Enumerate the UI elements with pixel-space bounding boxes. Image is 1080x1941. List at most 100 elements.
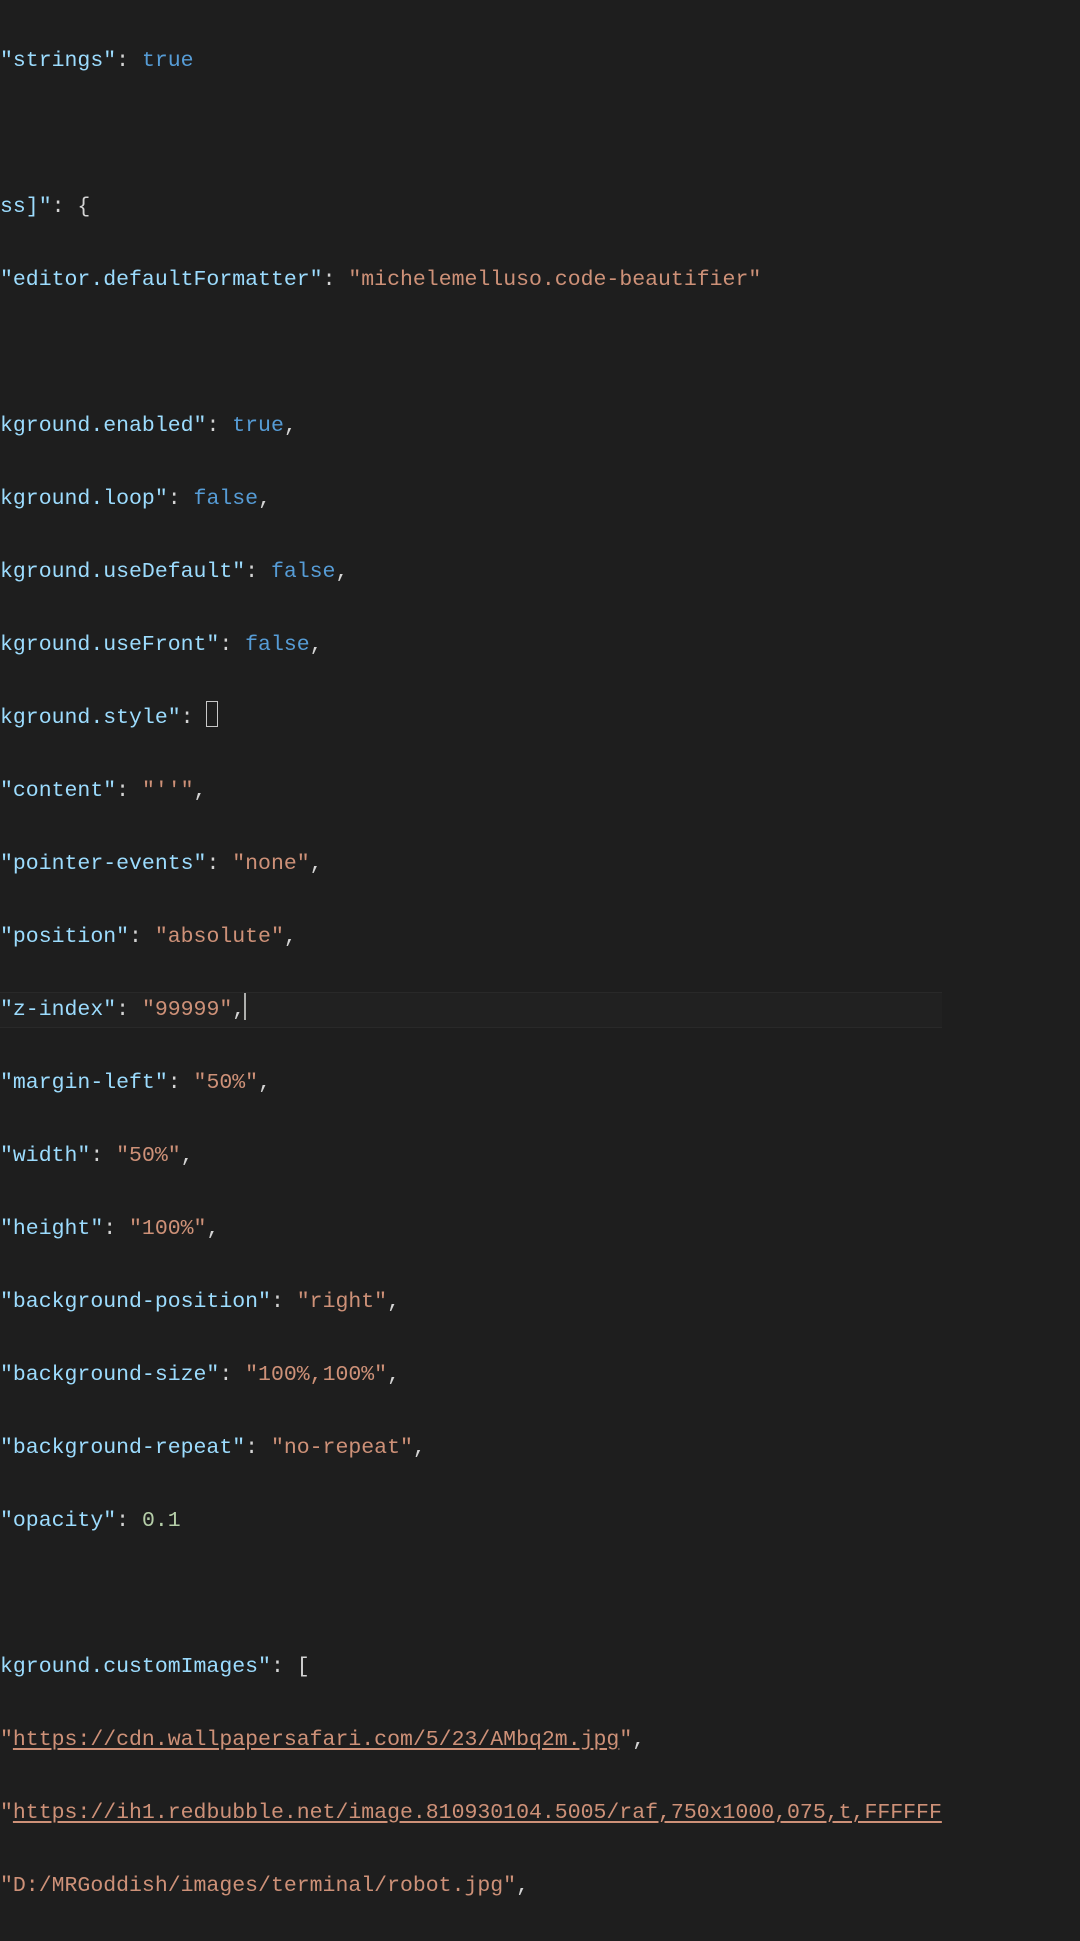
colon: : — [116, 779, 142, 803]
code-line[interactable]: "width": "50%", — [0, 1138, 942, 1175]
quote: " — [0, 1801, 13, 1825]
json-string: "D:/MRGoddish/images/terminal/robot.jpg" — [0, 1874, 516, 1898]
colon: : — [129, 925, 155, 949]
code-line[interactable]: kground.enabled": true, — [0, 408, 942, 445]
comma: , — [310, 633, 323, 657]
colon: : — [181, 706, 207, 730]
code-line[interactable]: "editor.defaultFormatter": "michelemellu… — [0, 262, 942, 299]
url-link[interactable]: https://cdn.wallpapersafari.com/5/23/АМb… — [13, 1728, 619, 1752]
code-line[interactable]: "background-size": "100%,100%", — [0, 1357, 942, 1394]
comma: , — [387, 1290, 400, 1314]
code-line[interactable]: "position": "absolute", — [0, 919, 942, 956]
code-line[interactable]: "height": "100%", — [0, 1211, 942, 1248]
code-line[interactable]: "margin-left": "50%", — [0, 1065, 942, 1102]
json-boolean: true — [142, 49, 194, 73]
text-cursor-icon — [244, 993, 246, 1020]
json-string: "50%" — [194, 1071, 259, 1095]
colon: : — [323, 268, 349, 292]
code-line[interactable]: "background-position": "right", — [0, 1284, 942, 1321]
colon: : — [219, 633, 245, 657]
code-line[interactable] — [0, 116, 942, 153]
json-key: "z-index" — [0, 998, 116, 1022]
colon: : — [245, 560, 271, 584]
comma: , — [284, 414, 297, 438]
colon: : — [271, 1290, 297, 1314]
json-key: kground.customImages" — [0, 1655, 271, 1679]
colon: : — [168, 487, 194, 511]
json-string: "99999" — [142, 998, 232, 1022]
bracket-open: [ — [297, 1655, 310, 1679]
json-boolean: false — [194, 487, 259, 511]
quote: " — [619, 1728, 632, 1752]
json-key: kground.style" — [0, 706, 181, 730]
code-line[interactable]: "opacity": 0.1 — [0, 1503, 942, 1540]
json-key: "pointer-events" — [0, 852, 206, 876]
json-key: "height" — [0, 1217, 103, 1241]
json-key: "background-repeat" — [0, 1436, 245, 1460]
colon: : — [219, 1363, 245, 1387]
json-string: "michelemelluso.code-beautifier" — [348, 268, 761, 292]
colon: : — [116, 49, 142, 73]
code-line[interactable]: ss]": { — [0, 189, 942, 226]
json-key: "background-size" — [0, 1363, 219, 1387]
comma: , — [194, 779, 207, 803]
code-line[interactable]: kground.useDefault": false, — [0, 554, 942, 591]
json-string: "none" — [232, 852, 309, 876]
json-key: "width" — [0, 1144, 90, 1168]
brace-open: { — [77, 195, 90, 219]
quote: " — [0, 1728, 13, 1752]
code-line[interactable] — [0, 335, 942, 372]
comma: , — [206, 1217, 219, 1241]
url-link[interactable]: https://ih1.redbubble.net/image.81093010… — [13, 1801, 942, 1825]
code-line[interactable]: "content": "''", — [0, 773, 942, 810]
json-string: "100%,100%" — [245, 1363, 387, 1387]
json-string: "no-repeat" — [271, 1436, 413, 1460]
json-string: "''" — [142, 779, 194, 803]
json-boolean: true — [232, 414, 284, 438]
code-line[interactable]: "https://cdn.wallpapersafari.com/5/23/АМ… — [0, 1722, 942, 1759]
json-key: "margin-left" — [0, 1071, 168, 1095]
code-line[interactable]: kground.useFront": false, — [0, 627, 942, 664]
colon: : — [168, 1071, 194, 1095]
json-key: "opacity" — [0, 1509, 116, 1533]
comma: , — [258, 1071, 271, 1095]
code-line[interactable] — [0, 1576, 942, 1613]
code-line[interactable]: kground.style": — [0, 700, 942, 737]
comma: , — [335, 560, 348, 584]
colon: : — [245, 1436, 271, 1460]
comma: , — [632, 1728, 645, 1752]
comma: , — [181, 1144, 194, 1168]
colon: : — [116, 1509, 142, 1533]
comma: , — [516, 1874, 529, 1898]
code-editor[interactable]: "strings": true ss]": { "editor.defaultF… — [0, 0, 942, 1941]
json-number: 0.1 — [142, 1509, 181, 1533]
colon: : — [90, 1144, 116, 1168]
code-line[interactable]: "D:/MRGoddish/images/terminal/robot.jpg"… — [0, 1868, 942, 1905]
comma: , — [413, 1436, 426, 1460]
json-string: "right" — [297, 1290, 387, 1314]
code-line[interactable]: kground.loop": false, — [0, 481, 942, 518]
code-line[interactable]: "pointer-events": "none", — [0, 846, 942, 883]
colon: : — [52, 195, 78, 219]
comma: , — [258, 487, 271, 511]
json-boolean: false — [271, 560, 336, 584]
json-key: "content" — [0, 779, 116, 803]
comma: , — [284, 925, 297, 949]
json-boolean: false — [245, 633, 310, 657]
code-line[interactable]: "https://ih1.redbubble.net/image.8109301… — [0, 1795, 942, 1832]
code-line-active[interactable]: "z-index": "99999", — [0, 992, 942, 1029]
json-key: ss]" — [0, 195, 52, 219]
code-line[interactable]: "strings": true — [0, 43, 942, 80]
json-string: "absolute" — [155, 925, 284, 949]
code-line[interactable]: "background-repeat": "no-repeat", — [0, 1430, 942, 1467]
code-line[interactable]: kground.customImages": [ — [0, 1649, 942, 1686]
json-string: "50%" — [116, 1144, 181, 1168]
colon: : — [271, 1655, 297, 1679]
json-key: "editor.defaultFormatter" — [0, 268, 323, 292]
colon: : — [116, 998, 142, 1022]
json-key: kground.useFront" — [0, 633, 219, 657]
json-key: "strings" — [0, 49, 116, 73]
colon: : — [206, 414, 232, 438]
colon: : — [103, 1217, 129, 1241]
comma: , — [310, 852, 323, 876]
